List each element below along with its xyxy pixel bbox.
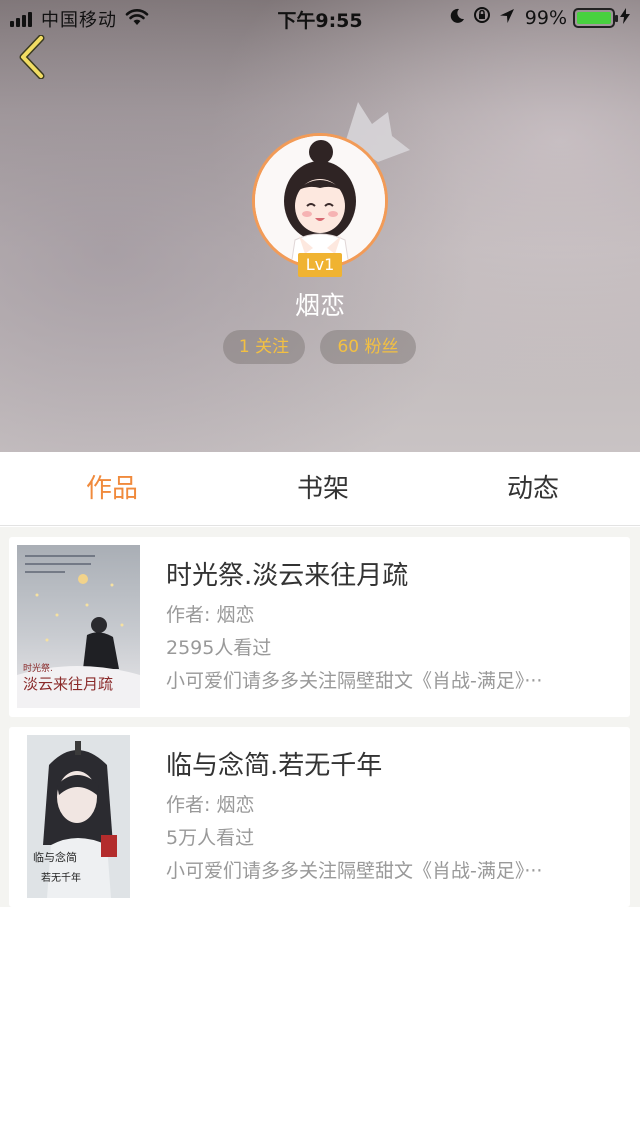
svg-text:淡云来往月疏: 淡云来往月疏 (23, 675, 113, 693)
tab-works[interactable]: 作品 (32, 452, 192, 526)
book-title: 临与念简.若无千年 (166, 751, 383, 781)
battery-percent: 99% (524, 6, 567, 29)
book-cover: 时光祭. 淡云来往月疏 (17, 545, 140, 708)
profile-header: 中国移动 下午9:55 99% Lv1 烟恋 1 关注 60 粉丝 (0, 0, 640, 452)
rotation-lock-icon (473, 6, 491, 29)
book-cover: 临与念简 若无千年 (27, 735, 130, 898)
book-author: 作者: 烟恋 (166, 794, 255, 816)
book-card[interactable]: 时光祭. 淡云来往月疏 时光祭.淡云来往月疏 作者: 烟恋 2595人看过 小可… (9, 537, 630, 717)
status-bar: 中国移动 下午9:55 99% (0, 0, 640, 36)
level-badge: Lv1 (298, 253, 342, 277)
svg-text:临与念简: 临与念简 (33, 850, 77, 864)
profile-tabs: 作品 书架 动态 (0, 452, 640, 526)
charging-icon (620, 7, 630, 29)
book-card[interactable]: 临与念简 若无千年 临与念简.若无千年 作者: 烟恋 5万人看过 小可爱们请多多… (9, 727, 630, 907)
moon-icon (449, 7, 465, 29)
book-author: 作者: 烟恋 (166, 604, 255, 626)
avatar[interactable] (252, 133, 388, 269)
svg-text:若无千年: 若无千年 (41, 871, 81, 884)
book-title: 时光祭.淡云来往月疏 (166, 561, 409, 591)
chevron-left-icon (19, 35, 45, 79)
tab-activity[interactable]: 动态 (453, 452, 613, 526)
battery-icon (573, 7, 618, 28)
following-count-button[interactable]: 1 关注 (223, 330, 305, 364)
fans-count-button[interactable]: 60 粉丝 (320, 330, 416, 364)
tab-bookshelf[interactable]: 书架 (243, 452, 403, 526)
book-views: 5万人看过 (166, 827, 255, 849)
book-description: 小可爱们请多多关注隔壁甜文《肖战-满足》··· (166, 670, 543, 692)
book-views: 2595人看过 (166, 637, 272, 659)
back-button[interactable] (14, 34, 50, 80)
svg-text:时光祭.: 时光祭. (23, 662, 53, 674)
location-icon (499, 7, 515, 29)
profile-name: 烟恋 (294, 291, 345, 320)
book-description: 小可爱们请多多关注隔壁甜文《肖战-满足》··· (166, 860, 543, 882)
